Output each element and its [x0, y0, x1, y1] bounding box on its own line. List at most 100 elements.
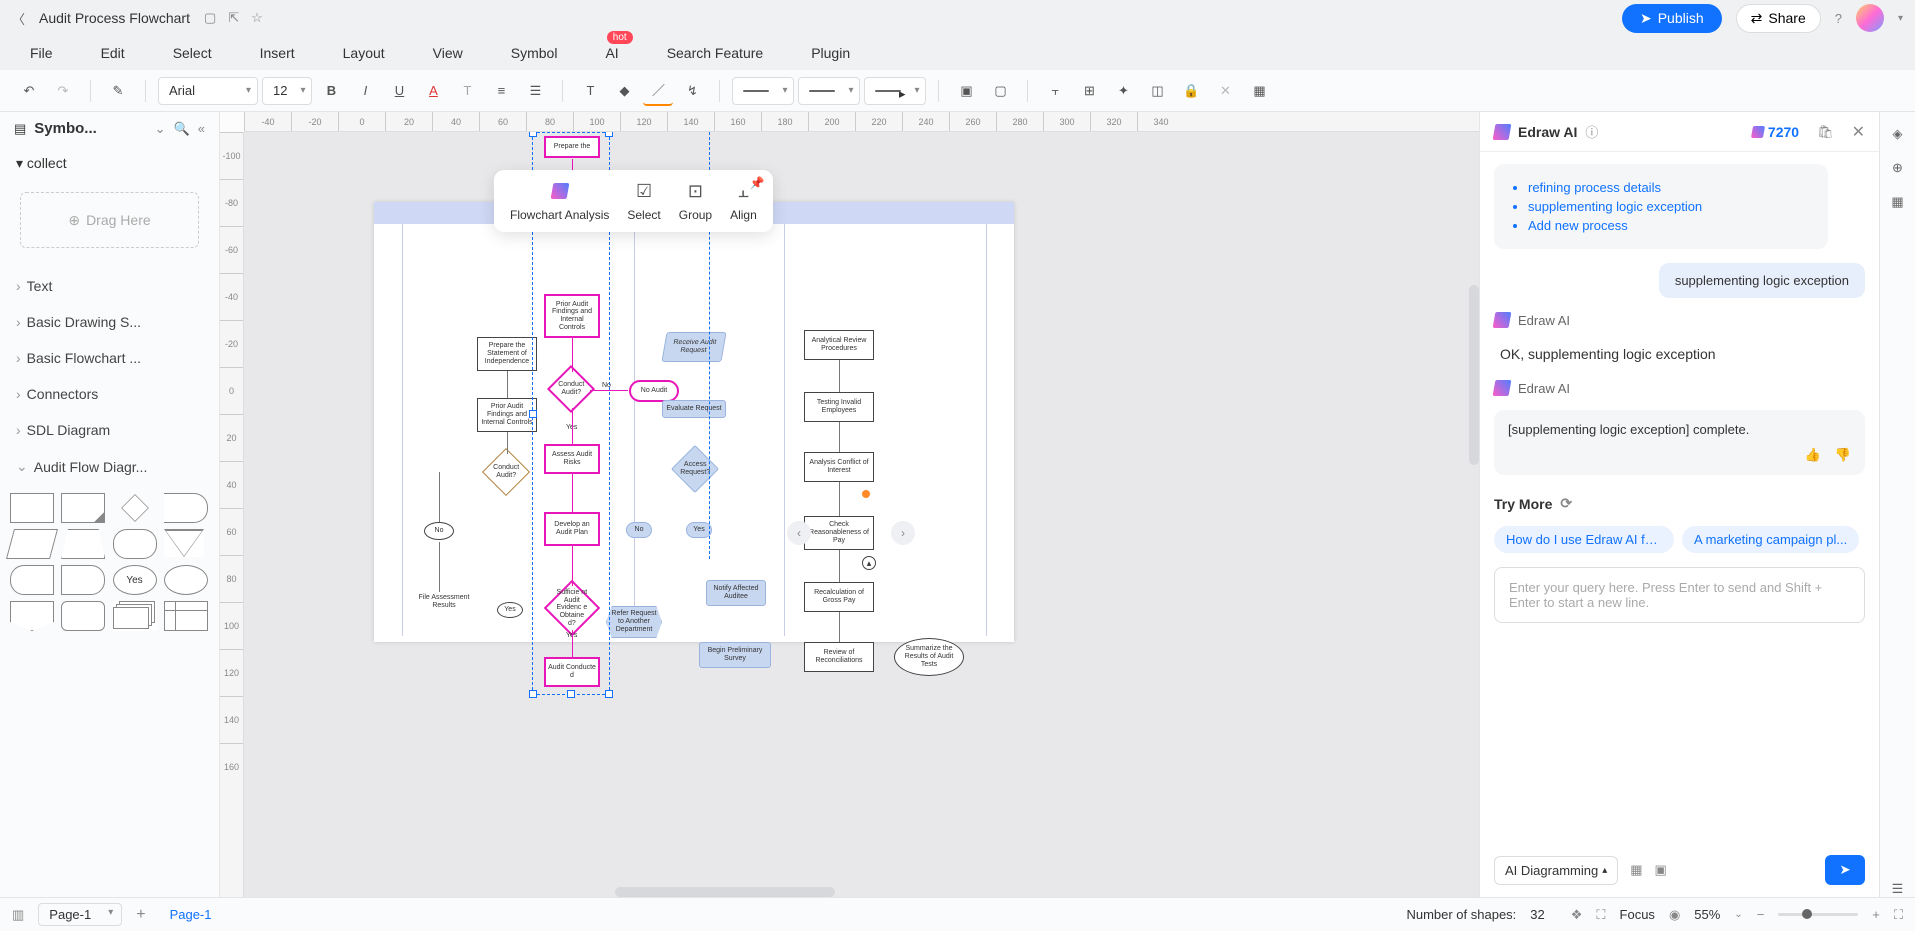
thumbs-up-icon[interactable]: 👍 — [1805, 447, 1821, 463]
analysis-conflict[interactable]: Analysis Conflict of Interest — [804, 452, 874, 482]
shape-manual[interactable] — [61, 529, 105, 559]
send-button[interactable]: ➤ — [1825, 855, 1865, 885]
review-reconcile[interactable]: Review of Reconciliations — [804, 642, 874, 672]
shape-connector[interactable] — [164, 565, 208, 595]
ai-input[interactable]: Enter your query here. Press Enter to se… — [1494, 567, 1865, 623]
fill-icon[interactable]: ◆ — [609, 76, 639, 106]
format-painter-icon[interactable]: ✎ — [103, 76, 133, 106]
publish-button[interactable]: ➤ Publish — [1622, 4, 1722, 33]
share-button[interactable]: ⇄ Share — [1736, 4, 1821, 33]
sel-handle-nw[interactable] — [529, 132, 537, 137]
library-icon[interactable]: ▤ — [14, 121, 26, 137]
expand-icon[interactable]: ⌄ — [155, 121, 166, 137]
align-tool-icon[interactable]: ⫟ — [1040, 76, 1070, 106]
canvas-area[interactable]: -40-200204060801001201401601802002202402… — [220, 112, 1479, 897]
bold-icon[interactable]: B — [316, 76, 346, 106]
shape-process[interactable] — [10, 493, 54, 523]
export-icon[interactable]: ⇱ — [228, 10, 239, 26]
assess-risks[interactable]: Assess Audit Risks — [544, 444, 600, 474]
shape-yes[interactable]: Yes — [113, 565, 157, 595]
section-collect[interactable]: ▾ collect — [0, 145, 219, 182]
connector-icon[interactable]: ↯ — [677, 76, 707, 106]
section-basic-drawing[interactable]: Basic Drawing S... — [0, 304, 219, 340]
add-page-icon[interactable]: + — [136, 906, 145, 924]
group-button[interactable]: ⊡ Group — [679, 180, 712, 222]
save-icon[interactable]: ▢ — [204, 10, 216, 26]
present-icon[interactable]: ◉ — [1669, 907, 1680, 923]
italic-icon[interactable]: I — [350, 76, 380, 106]
zoom-in-icon[interactable]: + — [1872, 907, 1880, 922]
underline-icon[interactable]: U — [384, 76, 414, 106]
focus-label[interactable]: Focus — [1620, 907, 1655, 922]
refresh-icon[interactable]: ⟳ — [1560, 495, 1572, 512]
section-basic-flowchart[interactable]: Basic Flowchart ... — [0, 340, 219, 376]
table-icon[interactable]: ▦ — [1244, 76, 1274, 106]
shape-internal[interactable] — [164, 601, 208, 631]
collapse-node-icon[interactable]: ▴ — [862, 556, 876, 570]
suggestion-logic-exception[interactable]: supplementing logic exception — [1528, 199, 1812, 214]
check-pay[interactable]: Check Reasonableness of Pay — [804, 516, 874, 550]
receive-request[interactable]: Receive Audit Request — [661, 332, 726, 362]
begin-survey[interactable]: Begin Preliminary Survey — [699, 642, 771, 668]
shape-offpage[interactable] — [10, 601, 54, 631]
redo-icon[interactable]: ↷ — [48, 76, 78, 106]
undo-icon[interactable]: ↶ — [14, 76, 44, 106]
close-icon[interactable]: ✕ — [1852, 122, 1865, 142]
menu-edit[interactable]: Edit — [101, 45, 125, 61]
layers-icon[interactable]: ❖ — [1571, 907, 1583, 923]
menu-file[interactable]: File — [30, 45, 53, 61]
line-style-select[interactable] — [732, 77, 794, 105]
menu-view[interactable]: View — [433, 45, 463, 61]
summarize[interactable]: Summarize the Results of Audit Tests — [894, 638, 964, 676]
refer-request[interactable]: Refer Request to Another Department — [606, 606, 662, 638]
zoom-chevron-icon[interactable]: ⌄ — [1734, 909, 1742, 920]
shape-delay[interactable] — [164, 493, 208, 523]
text-style-icon[interactable]: T — [452, 76, 482, 106]
audit-conducted[interactable]: Audit Conducte d — [544, 657, 600, 687]
prepare-independence[interactable]: Prepare the Statement of Independence — [477, 337, 537, 371]
analytical-review[interactable]: Analytical Review Procedures — [804, 330, 874, 360]
prior-findings-pink[interactable]: Prior Audit Findings and Internal Contro… — [544, 294, 600, 338]
suggestion-chip-2[interactable]: A marketing campaign pl... — [1682, 526, 1859, 553]
anchor-dot[interactable] — [862, 490, 870, 498]
collapse-panel-icon[interactable]: « — [198, 121, 205, 136]
horizontal-scrollbar[interactable] — [615, 887, 835, 897]
shape-extract[interactable] — [164, 529, 204, 557]
section-audit-flow[interactable]: Audit Flow Diagr... — [0, 448, 219, 485]
suggestion-add-process[interactable]: Add new process — [1528, 218, 1812, 233]
access-request-decision[interactable]: Access Request? — [671, 445, 719, 493]
conduct-audit-decision[interactable]: Conduct Audit? — [482, 448, 530, 496]
help-icon[interactable]: ? — [1835, 11, 1842, 26]
settings-gutter-icon[interactable]: ☰ — [1892, 881, 1904, 897]
back-icon[interactable]: 〈 — [12, 9, 25, 28]
drag-here-zone[interactable]: ⊕ Drag Here — [20, 192, 199, 248]
menu-ai[interactable]: AI hot — [605, 45, 618, 61]
insert-panel-icon[interactable]: ⊕ — [1892, 160, 1903, 176]
font-select[interactable]: Arial — [158, 77, 258, 105]
align-left-icon[interactable]: ≡ — [486, 76, 516, 106]
shape-data[interactable] — [6, 529, 58, 559]
nav-left-icon[interactable]: ‹ — [787, 521, 811, 545]
fullscreen-icon[interactable]: ⛶ — [1894, 907, 1903, 923]
section-text[interactable]: Text — [0, 268, 219, 304]
yes-oval[interactable]: Yes — [497, 602, 523, 618]
no-oval[interactable]: No — [424, 522, 454, 540]
evaluate-request[interactable]: Evaluate Request — [662, 400, 726, 418]
suggestion-refine[interactable]: refining process details — [1528, 180, 1812, 195]
prior-findings[interactable]: Prior Audit Findings and Internal Contro… — [477, 398, 537, 432]
star-icon[interactable]: ☆ — [251, 10, 263, 26]
menu-layout[interactable]: Layout — [343, 45, 385, 61]
attach-icon[interactable]: ▦ — [1630, 862, 1642, 878]
text-tool-icon[interactable]: T — [575, 76, 605, 106]
shape-multi-doc[interactable] — [113, 601, 157, 631]
zoom-slider[interactable] — [1778, 913, 1858, 916]
text-color-icon[interactable]: A — [418, 76, 448, 106]
page-select[interactable]: Page-1 — [38, 903, 122, 926]
pin-icon[interactable]: 📌 — [750, 176, 765, 190]
page-tab[interactable]: Page-1 — [160, 907, 222, 922]
shape-decision[interactable] — [121, 494, 149, 522]
shape-direct[interactable] — [61, 565, 105, 595]
image-icon[interactable]: ▣ — [1655, 862, 1667, 878]
thumbs-down-icon[interactable]: 👎 — [1835, 447, 1851, 463]
section-sdl[interactable]: SDL Diagram — [0, 412, 219, 448]
